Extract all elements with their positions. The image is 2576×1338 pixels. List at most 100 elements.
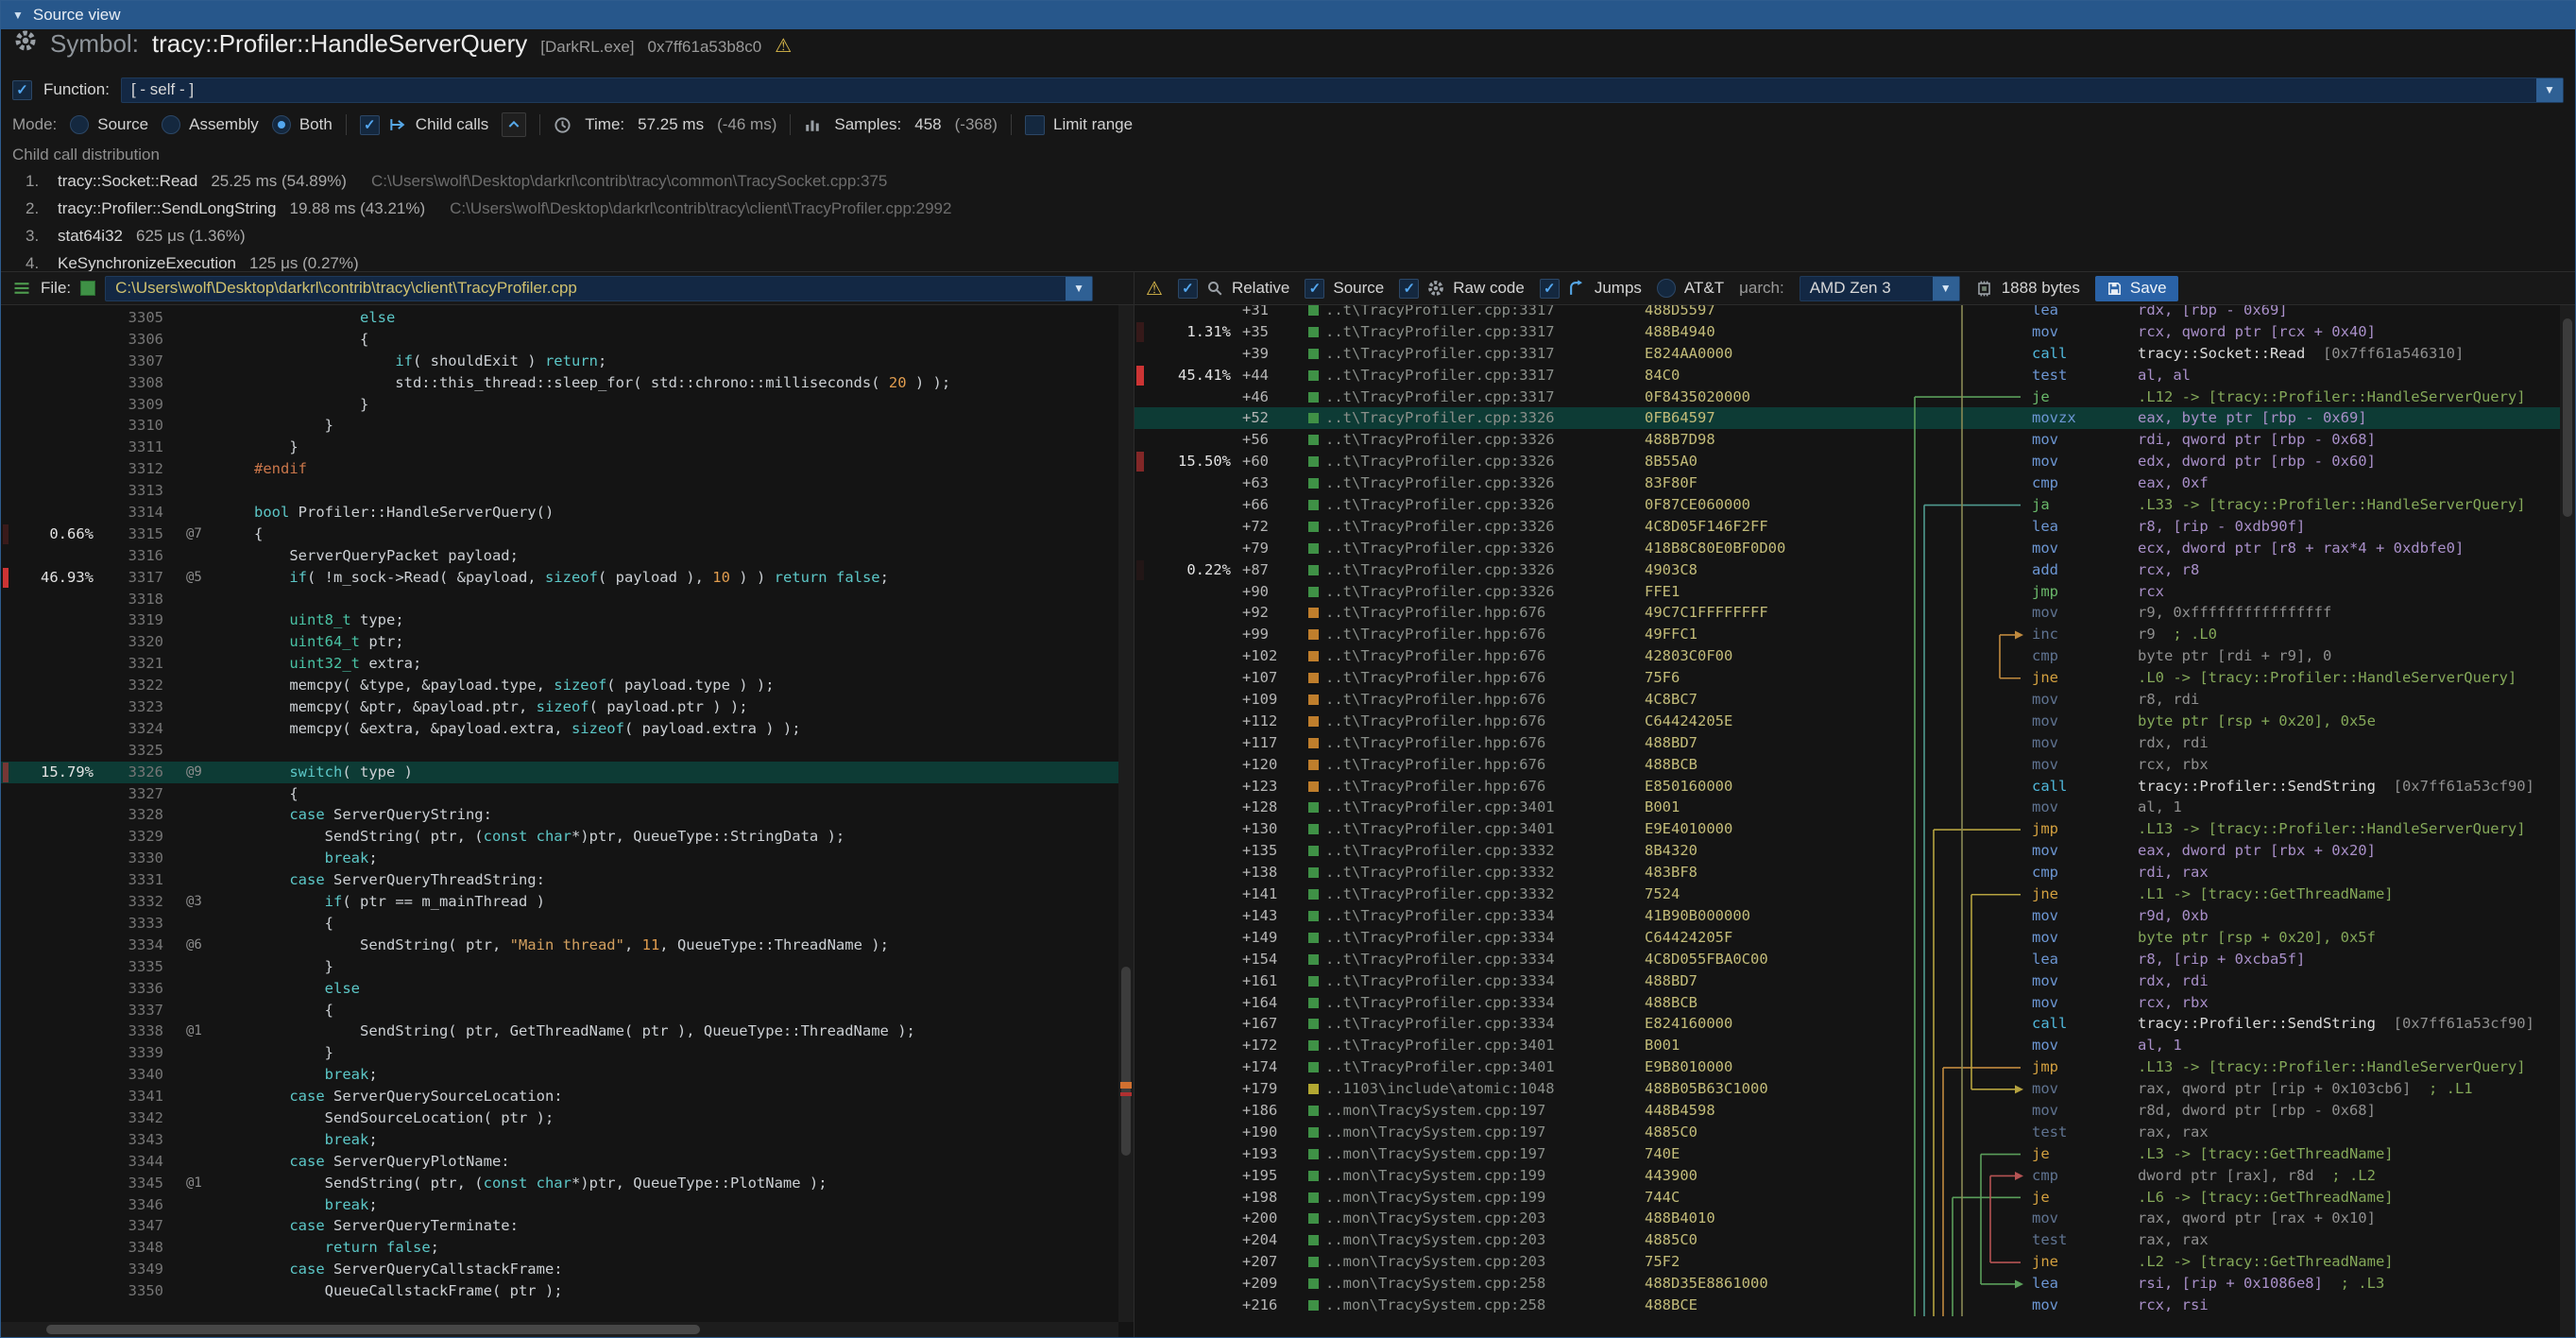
asm-row[interactable]: +39..t\TracyProfiler.cpp:3317E824AA0000c… — [1134, 343, 2560, 365]
asm-row[interactable]: +172..t\TracyProfiler.cpp:3401B001moval,… — [1134, 1035, 2560, 1056]
raw-code-checkbox[interactable]: ✓ — [1399, 279, 1419, 299]
child-calls-toggle[interactable]: ✓ Child calls — [360, 115, 488, 135]
asm-row[interactable]: +174..t\TracyProfiler.cpp:3401E9B8010000… — [1134, 1056, 2560, 1078]
source-line[interactable]: 3350 QueueCallstackFrame( ptr ); — [1, 1280, 1118, 1302]
asm-row[interactable]: 45.41%+44..t\TracyProfiler.cpp:331784C0t… — [1134, 365, 2560, 386]
asm-vertical-scrollbar[interactable] — [2560, 305, 2575, 1337]
asm-row[interactable]: +198..mon\TracySystem.cpp:199744Cje.L6 -… — [1134, 1187, 2560, 1209]
source-line[interactable]: 3325 — [1, 740, 1118, 762]
asm-row[interactable]: +161..t\TracyProfiler.cpp:3334488BD7movr… — [1134, 970, 2560, 992]
chevron-down-icon[interactable]: ▼ — [1066, 277, 1092, 300]
uarch-combo[interactable]: AMD Zen 3 ▼ — [1800, 276, 1960, 301]
source-line[interactable]: 3344 case ServerQueryPlotName: — [1, 1151, 1118, 1173]
source-line[interactable]: 3333 { — [1, 913, 1118, 935]
asm-row[interactable]: +200..mon\TracySystem.cpp:203488B4010mov… — [1134, 1208, 2560, 1229]
relative-toggle[interactable]: ✓ Relative — [1178, 279, 1289, 299]
source-vertical-scrollbar[interactable] — [1118, 305, 1134, 1322]
limit-range-checkbox[interactable] — [1025, 115, 1045, 135]
source-line[interactable]: 46.93%3317@5 if( !m_sock->Read( &payload… — [1, 567, 1118, 589]
source-line[interactable]: 3329 SendString( ptr, (const char*)ptr, … — [1, 826, 1118, 848]
asm-row[interactable]: +195..mon\TracySystem.cpp:199443900cmpdw… — [1134, 1165, 2560, 1187]
child-call-entry[interactable]: 3.stat64i32625 μs (1.36%) — [1, 222, 2575, 249]
source-line[interactable]: 3349 case ServerQueryCallstackFrame: — [1, 1259, 1118, 1280]
radio-source[interactable]: Source — [70, 115, 148, 134]
asm-row[interactable]: +204..mon\TracySystem.cpp:2034885C0testr… — [1134, 1229, 2560, 1251]
source-line[interactable]: 3307 if( shouldExit ) return; — [1, 351, 1118, 372]
source-line[interactable]: 3348 return false; — [1, 1237, 1118, 1259]
child-call-entry[interactable]: 4.KeSynchronizeExecution125 μs (0.27%) — [1, 249, 2575, 271]
asm-row[interactable]: +31..t\TracyProfiler.cpp:3317488D5597lea… — [1134, 305, 2560, 321]
file-list-icon[interactable] — [12, 279, 31, 298]
source-line[interactable]: 3341 case ServerQuerySourceLocation: — [1, 1086, 1118, 1107]
source-line[interactable]: 3319 uint8_t type; — [1, 609, 1118, 631]
asm-row[interactable]: +141..t\TracyProfiler.cpp:33327524jne.L1… — [1134, 883, 2560, 905]
asm-row[interactable]: +190..mon\TracySystem.cpp:1974885C0testr… — [1134, 1122, 2560, 1143]
asm-row[interactable]: +138..t\TracyProfiler.cpp:3332483BF8cmpr… — [1134, 862, 2560, 883]
radio-both-circle[interactable] — [272, 115, 291, 134]
asm-row[interactable]: +72..t\TracyProfiler.cpp:33264C8D05F146F… — [1134, 516, 2560, 538]
source-line[interactable]: 3330 break; — [1, 848, 1118, 869]
radio-assembly-circle[interactable] — [162, 115, 180, 134]
source-line[interactable]: 3311 } — [1, 437, 1118, 458]
source-line[interactable]: 3312#endif — [1, 458, 1118, 480]
asm-row[interactable]: +143..t\TracyProfiler.cpp:333441B90B0000… — [1134, 905, 2560, 927]
asm-row[interactable]: +92..t\TracyProfiler.hpp:67649C7C1FFFFFF… — [1134, 602, 2560, 624]
radio-both[interactable]: Both — [272, 115, 333, 134]
asm-row[interactable]: +128..t\TracyProfiler.cpp:3401B001moval,… — [1134, 797, 2560, 818]
asm-row[interactable]: +135..t\TracyProfiler.cpp:33328B4320move… — [1134, 840, 2560, 862]
source-line[interactable]: 3334@6 SendString( ptr, "Main thread", 1… — [1, 935, 1118, 956]
source-line[interactable]: 3316 ServerQueryPacket payload; — [1, 545, 1118, 567]
source-line[interactable]: 3306 { — [1, 329, 1118, 351]
save-button[interactable]: Save — [2095, 276, 2178, 301]
asm-row[interactable]: 15.50%+60..t\TracyProfiler.cpp:33268B55A… — [1134, 451, 2560, 472]
asm-row[interactable]: +179..1103\include\atomic:1048488B05B63C… — [1134, 1078, 2560, 1100]
radio-assembly[interactable]: Assembly — [162, 115, 259, 134]
source-line[interactable]: 3340 break; — [1, 1064, 1118, 1086]
att-radio[interactable] — [1657, 279, 1676, 298]
source-line[interactable]: 3346 break; — [1, 1194, 1118, 1216]
asm-row[interactable]: +117..t\TracyProfiler.hpp:676488BD7movrd… — [1134, 732, 2560, 754]
asm-row[interactable]: +56..t\TracyProfiler.cpp:3326488B7D98mov… — [1134, 429, 2560, 451]
source-line[interactable]: 3339 } — [1, 1042, 1118, 1064]
source-line[interactable]: 3314bool Profiler::HandleServerQuery() — [1, 502, 1118, 523]
relative-checkbox[interactable]: ✓ — [1178, 279, 1198, 299]
source-line[interactable]: 3336 else — [1, 978, 1118, 1000]
file-combo[interactable]: C:\Users\wolf\Desktop\darkrl\contrib\tra… — [105, 276, 1093, 301]
asm-row[interactable]: +99..t\TracyProfiler.hpp:67649FFC1incr9 … — [1134, 624, 2560, 645]
child-calls-checkbox[interactable]: ✓ — [360, 115, 380, 135]
source-line[interactable]: 3335 } — [1, 956, 1118, 978]
source-toggle[interactable]: ✓ Source — [1305, 279, 1384, 299]
source-line[interactable]: 15.79%3326@9 switch( type ) — [1, 762, 1118, 783]
source-line[interactable]: 3324 memcpy( &extra, &payload.extra, siz… — [1, 718, 1118, 740]
asm-row[interactable]: +109..t\TracyProfiler.hpp:6764C8BC7movr8… — [1134, 689, 2560, 711]
chevron-down-icon[interactable]: ▼ — [1933, 277, 1959, 300]
asm-row[interactable]: +107..t\TracyProfiler.hpp:67675F6jne.L0 … — [1134, 667, 2560, 689]
jumps-toggle[interactable]: ✓ Jumps — [1540, 279, 1642, 299]
source-line[interactable]: 0.66%3315@7{ — [1, 523, 1118, 545]
source-line[interactable]: 3342 SendSourceLocation( ptr ); — [1, 1107, 1118, 1129]
asm-row[interactable]: +79..t\TracyProfiler.cpp:3326418B8C80E0B… — [1134, 538, 2560, 559]
source-line[interactable]: 3347 case ServerQueryTerminate: — [1, 1215, 1118, 1237]
asm-row[interactable]: +63..t\TracyProfiler.cpp:332683F80Fcmpea… — [1134, 472, 2560, 494]
source-line[interactable]: 3318 — [1, 589, 1118, 610]
titlebar[interactable]: ▼ Source view — [1, 1, 2575, 29]
asm-row[interactable]: +123..t\TracyProfiler.hpp:676E850160000c… — [1134, 776, 2560, 798]
asm-row[interactable]: +209..mon\TracySystem.cpp:258488D35E8861… — [1134, 1273, 2560, 1295]
source-line[interactable]: 3327 { — [1, 783, 1118, 805]
asm-row[interactable]: +90..t\TracyProfiler.cpp:3326FFE1jmprcx — [1134, 581, 2560, 603]
asm-row[interactable]: +216..mon\TracySystem.cpp:258488BCEmovrc… — [1134, 1295, 2560, 1316]
source-line[interactable]: 3332@3 if( ptr == m_mainThread ) — [1, 891, 1118, 913]
source-line[interactable]: 3305 else — [1, 307, 1118, 329]
asm-row[interactable]: 1.31%+35..t\TracyProfiler.cpp:3317488B49… — [1134, 321, 2560, 343]
asm-row[interactable]: +207..mon\TracySystem.cpp:20375F2jne.L2 … — [1134, 1251, 2560, 1273]
asm-row[interactable]: +52..t\TracyProfiler.cpp:33260FB64597mov… — [1134, 407, 2560, 429]
asm-row[interactable]: +112..t\TracyProfiler.hpp:676C64424205Em… — [1134, 711, 2560, 732]
source-line[interactable]: 3321 uint32_t extra; — [1, 653, 1118, 675]
collapse-icon[interactable]: ▼ — [12, 9, 24, 22]
asm-row[interactable]: +186..mon\TracySystem.cpp:197448B4598mov… — [1134, 1100, 2560, 1122]
scrollbar-thumb[interactable] — [46, 1325, 700, 1334]
chevron-down-icon[interactable]: ▼ — [2536, 78, 2563, 102]
child-call-entry[interactable]: 2.tracy::Profiler::SendLongString19.88 m… — [1, 195, 2575, 222]
function-checkbox[interactable]: ✓ — [12, 80, 32, 100]
source-line[interactable]: 3313 — [1, 480, 1118, 502]
